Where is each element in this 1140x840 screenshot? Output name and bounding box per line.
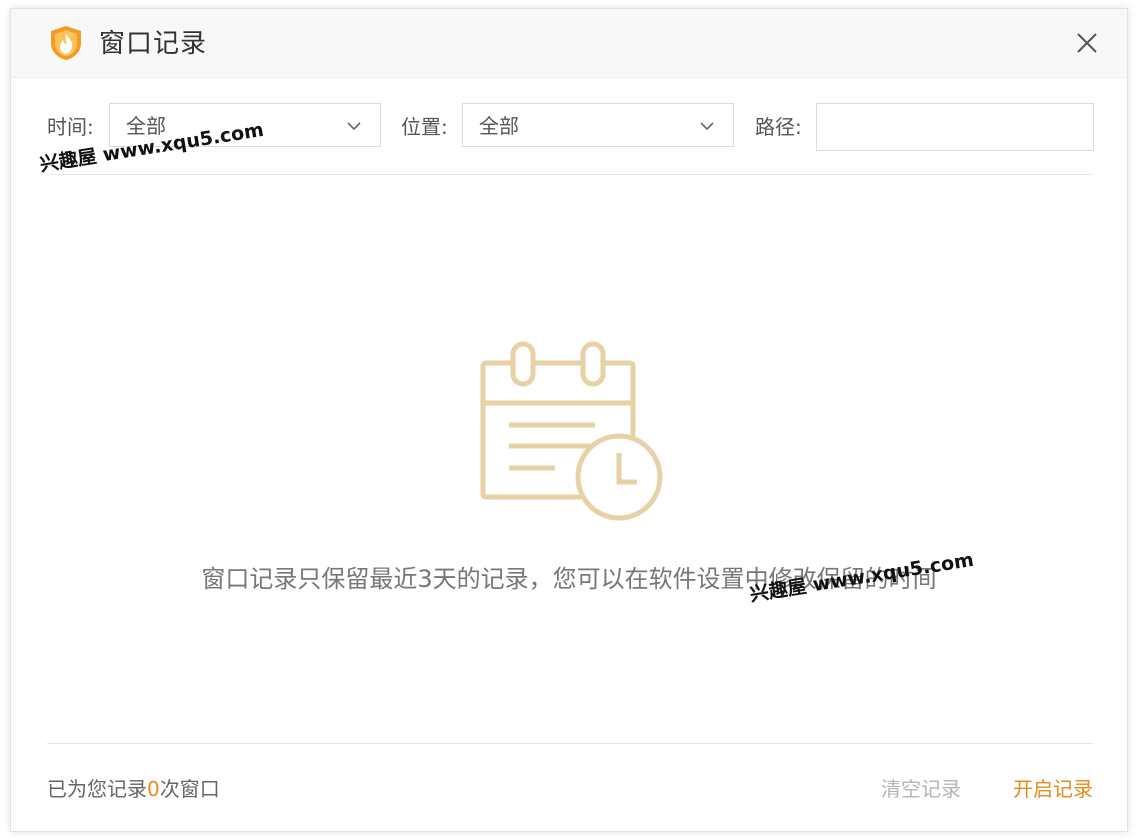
calendar-clock-icon (480, 341, 663, 521)
shield-flame-icon (51, 26, 81, 60)
chevron-down-icon (347, 122, 361, 131)
bottom-divider (47, 743, 1093, 744)
path-filter-label: 路径: (755, 115, 802, 139)
location-filter-select[interactable]: 全部 (462, 103, 734, 147)
close-icon[interactable] (1073, 29, 1101, 57)
time-filter-label: 时间: (47, 115, 94, 139)
clear-records-button[interactable]: 清空记录 (881, 775, 961, 803)
chevron-down-icon (700, 122, 714, 131)
record-count: 0 (147, 777, 160, 801)
location-filter-value: 全部 (479, 114, 519, 138)
status-prefix: 已为您记录 (47, 777, 147, 801)
top-divider (47, 174, 1093, 175)
status-suffix: 次窗口 (159, 777, 220, 801)
start-recording-button[interactable]: 开启记录 (1013, 775, 1093, 803)
window-title: 窗口记录 (99, 29, 208, 59)
path-input[interactable] (816, 103, 1094, 151)
record-count-status: 已为您记录0次窗口 (47, 775, 220, 803)
title-bar: 窗口记录 (11, 9, 1127, 78)
location-filter-label: 位置: (401, 115, 448, 139)
